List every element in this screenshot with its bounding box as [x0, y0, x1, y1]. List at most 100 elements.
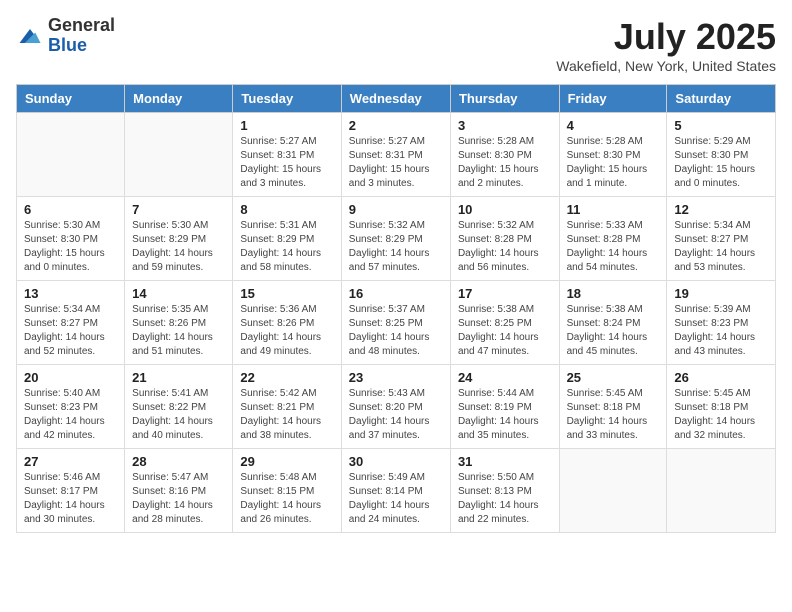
- calendar-cell: 28Sunrise: 5:47 AMSunset: 8:16 PMDayligh…: [125, 449, 233, 533]
- day-of-week-header: Thursday: [450, 85, 559, 113]
- day-number: 15: [240, 286, 333, 301]
- day-info: Sunrise: 5:29 AMSunset: 8:30 PMDaylight:…: [674, 135, 768, 191]
- calendar-cell: [17, 113, 125, 197]
- day-number: 17: [458, 286, 552, 301]
- calendar-cell: 4Sunrise: 5:28 AMSunset: 8:30 PMDaylight…: [559, 113, 667, 197]
- calendar-cell: 8 Sunrise: 5:31 AMSunset: 8:29 PMDaylight…: [233, 197, 341, 281]
- day-info: Sunrise: 5:33 AMSunset: 8:28 PMDaylight:…: [567, 219, 660, 275]
- day-info: Sunrise: 5:44 AMSunset: 8:19 PMDaylight:…: [458, 387, 552, 443]
- day-number: 27: [24, 454, 117, 469]
- day-info: Sunrise: 5:30 AMSunset: 8:29 PMDaylight:…: [132, 219, 225, 275]
- day-number: 13: [24, 286, 117, 301]
- calendar-cell: 31 Sunrise: 5:50 AMSunset: 8:13 PMDayligh…: [450, 449, 559, 533]
- logo-icon: [16, 22, 44, 50]
- day-info: Sunrise: 5:34 AMSunset: 8:27 PMDaylight:…: [674, 219, 768, 275]
- location-text: Wakefield, New York, United States: [556, 58, 776, 74]
- calendar-cell: 12 Sunrise: 5:34 AMSunset: 8:27 PMDayligh…: [667, 197, 776, 281]
- day-of-week-header: Tuesday: [233, 85, 341, 113]
- day-number: 8: [240, 202, 333, 217]
- day-info: Sunrise: 5:43 AMSunset: 8:20 PMDaylight:…: [349, 387, 443, 443]
- calendar-cell: 2Sunrise: 5:27 AMSunset: 8:31 PMDaylight…: [341, 113, 450, 197]
- calendar-cell: 3 Sunrise: 5:28 AMSunset: 8:30 PMDaylight…: [450, 113, 559, 197]
- day-info: Sunrise: 5:41 AMSunset: 8:22 PMDaylight:…: [132, 387, 225, 443]
- calendar-cell: 7Sunrise: 5:30 AMSunset: 8:29 PMDaylight…: [125, 197, 233, 281]
- day-info: Sunrise: 5:31 AMSunset: 8:29 PMDaylight:…: [240, 219, 333, 275]
- week-row: 27 Sunrise: 5:46 AMSunset: 8:17 PMDayligh…: [17, 449, 776, 533]
- calendar-cell: 26 Sunrise: 5:45 AMSunset: 8:18 PMDayligh…: [667, 365, 776, 449]
- day-number: 4: [567, 118, 660, 133]
- day-info: Sunrise: 5:37 AMSunset: 8:25 PMDaylight:…: [349, 303, 443, 359]
- day-number: 30: [349, 454, 443, 469]
- day-number: 20: [24, 370, 117, 385]
- page-header: General Blue July 2025 Wakefield, New Yo…: [16, 16, 776, 74]
- day-info: Sunrise: 5:50 AMSunset: 8:13 PMDaylight:…: [458, 471, 552, 527]
- day-of-week-header: Wednesday: [341, 85, 450, 113]
- day-info: Sunrise: 5:45 AMSunset: 8:18 PMDaylight:…: [674, 387, 768, 443]
- day-number: 26: [674, 370, 768, 385]
- day-number: 3: [458, 118, 552, 133]
- day-number: 23: [349, 370, 443, 385]
- day-number: 14: [132, 286, 225, 301]
- day-info: Sunrise: 5:40 AMSunset: 8:23 PMDaylight:…: [24, 387, 117, 443]
- calendar-cell: 15Sunrise: 5:36 AMSunset: 8:26 PMDayligh…: [233, 281, 341, 365]
- day-number: 16: [349, 286, 443, 301]
- day-info: Sunrise: 5:38 AMSunset: 8:24 PMDaylight:…: [567, 303, 660, 359]
- day-info: Sunrise: 5:30 AMSunset: 8:30 PMDaylight:…: [24, 219, 117, 275]
- calendar-cell: 18 Sunrise: 5:38 AMSunset: 8:24 PMDayligh…: [559, 281, 667, 365]
- day-number: 18: [567, 286, 660, 301]
- day-info: Sunrise: 5:34 AMSunset: 8:27 PMDaylight:…: [24, 303, 117, 359]
- week-row: 13 Sunrise: 5:34 AMSunset: 8:27 PMDayligh…: [17, 281, 776, 365]
- day-of-week-header: Saturday: [667, 85, 776, 113]
- day-number: 5: [674, 118, 768, 133]
- day-of-week-header: Monday: [125, 85, 233, 113]
- calendar-table: SundayMondayTuesdayWednesdayThursdayFrid…: [16, 84, 776, 533]
- day-info: Sunrise: 5:42 AMSunset: 8:21 PMDaylight:…: [240, 387, 333, 443]
- logo: General Blue: [16, 16, 115, 56]
- calendar-cell: 14Sunrise: 5:35 AMSunset: 8:26 PMDayligh…: [125, 281, 233, 365]
- day-number: 22: [240, 370, 333, 385]
- day-info: Sunrise: 5:39 AMSunset: 8:23 PMDaylight:…: [674, 303, 768, 359]
- day-number: 10: [458, 202, 552, 217]
- day-number: 31: [458, 454, 552, 469]
- calendar-cell: 21 Sunrise: 5:41 AMSunset: 8:22 PMDayligh…: [125, 365, 233, 449]
- logo-blue-text: Blue: [48, 36, 115, 56]
- calendar-cell: 6 Sunrise: 5:30 AMSunset: 8:30 PMDaylight…: [17, 197, 125, 281]
- calendar-cell: 9Sunrise: 5:32 AMSunset: 8:29 PMDaylight…: [341, 197, 450, 281]
- calendar-cell: 19Sunrise: 5:39 AMSunset: 8:23 PMDayligh…: [667, 281, 776, 365]
- calendar-cell: 29 Sunrise: 5:48 AMSunset: 8:15 PMDayligh…: [233, 449, 341, 533]
- day-number: 6: [24, 202, 117, 217]
- calendar-cell: 30Sunrise: 5:49 AMSunset: 8:14 PMDayligh…: [341, 449, 450, 533]
- calendar-cell: 10Sunrise: 5:32 AMSunset: 8:28 PMDayligh…: [450, 197, 559, 281]
- calendar-cell: [559, 449, 667, 533]
- calendar-cell: 11 Sunrise: 5:33 AMSunset: 8:28 PMDayligh…: [559, 197, 667, 281]
- calendar-cell: 27 Sunrise: 5:46 AMSunset: 8:17 PMDayligh…: [17, 449, 125, 533]
- week-row: 6 Sunrise: 5:30 AMSunset: 8:30 PMDaylight…: [17, 197, 776, 281]
- calendar-cell: 17 Sunrise: 5:38 AMSunset: 8:25 PMDayligh…: [450, 281, 559, 365]
- month-title: July 2025: [556, 16, 776, 58]
- calendar-header-row: SundayMondayTuesdayWednesdayThursdayFrid…: [17, 85, 776, 113]
- calendar-cell: 5 Sunrise: 5:29 AMSunset: 8:30 PMDaylight…: [667, 113, 776, 197]
- day-of-week-header: Sunday: [17, 85, 125, 113]
- day-number: 1: [240, 118, 333, 133]
- day-info: Sunrise: 5:28 AMSunset: 8:30 PMDaylight:…: [458, 135, 552, 191]
- day-number: 12: [674, 202, 768, 217]
- calendar-cell: 20 Sunrise: 5:40 AMSunset: 8:23 PMDayligh…: [17, 365, 125, 449]
- day-info: Sunrise: 5:32 AMSunset: 8:29 PMDaylight:…: [349, 219, 443, 275]
- day-number: 11: [567, 202, 660, 217]
- day-info: Sunrise: 5:46 AMSunset: 8:17 PMDaylight:…: [24, 471, 117, 527]
- day-info: Sunrise: 5:48 AMSunset: 8:15 PMDaylight:…: [240, 471, 333, 527]
- day-info: Sunrise: 5:45 AMSunset: 8:18 PMDaylight:…: [567, 387, 660, 443]
- day-number: 29: [240, 454, 333, 469]
- day-number: 25: [567, 370, 660, 385]
- calendar-cell: 16 Sunrise: 5:37 AMSunset: 8:25 PMDayligh…: [341, 281, 450, 365]
- day-info: Sunrise: 5:38 AMSunset: 8:25 PMDaylight:…: [458, 303, 552, 359]
- day-of-week-header: Friday: [559, 85, 667, 113]
- day-info: Sunrise: 5:47 AMSunset: 8:16 PMDaylight:…: [132, 471, 225, 527]
- calendar-cell: 25 Sunrise: 5:45 AMSunset: 8:18 PMDayligh…: [559, 365, 667, 449]
- day-info: Sunrise: 5:27 AMSunset: 8:31 PMDaylight:…: [240, 135, 333, 191]
- day-number: 21: [132, 370, 225, 385]
- week-row: 20 Sunrise: 5:40 AMSunset: 8:23 PMDayligh…: [17, 365, 776, 449]
- calendar-cell: [125, 113, 233, 197]
- week-row: 1 Sunrise: 5:27 AMSunset: 8:31 PMDaylight…: [17, 113, 776, 197]
- day-number: 2: [349, 118, 443, 133]
